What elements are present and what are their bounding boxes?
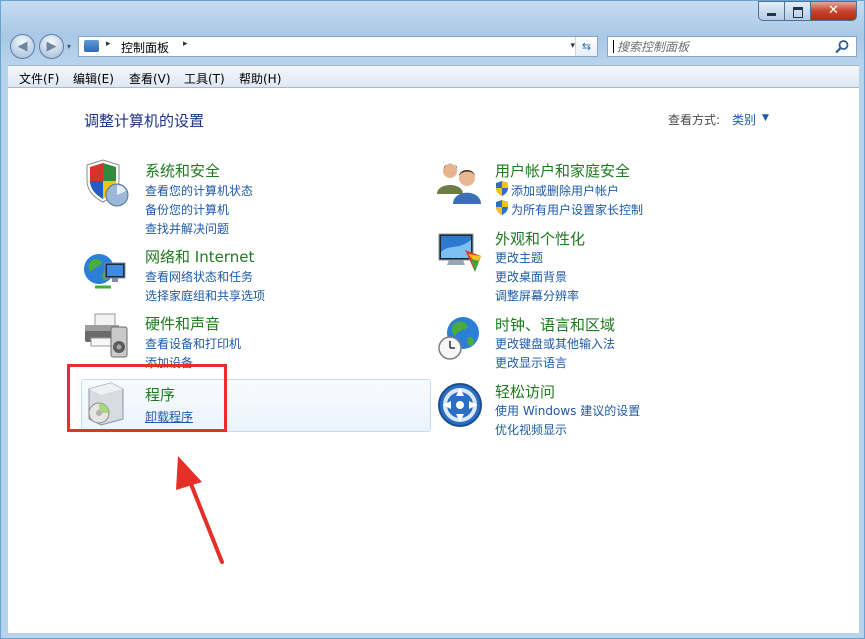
- view-by-dropdown[interactable]: 类别: [732, 111, 756, 128]
- link-homegroup-sharing[interactable]: 选择家庭组和共享选项: [145, 287, 265, 304]
- category-network-internet[interactable]: 网络和 Internet: [145, 246, 254, 267]
- forward-arrow-icon: ▶: [46, 39, 57, 54]
- highlight-box: [67, 364, 227, 432]
- link-change-theme[interactable]: 更改主题: [495, 249, 543, 266]
- link-add-remove-accounts[interactable]: 添加或删除用户帐户: [511, 182, 619, 199]
- category-system-security[interactable]: 系统和安全: [145, 160, 220, 181]
- link-change-display-language[interactable]: 更改显示语言: [495, 354, 567, 371]
- search-icon[interactable]: [835, 39, 850, 54]
- menu-tools[interactable]: 工具(T): [184, 70, 225, 87]
- menu-edit[interactable]: 编辑(E): [73, 70, 114, 87]
- uac-shield-icon: [496, 181, 508, 196]
- ease-of-access-icon[interactable]: [435, 380, 485, 430]
- category-hardware-sound[interactable]: 硬件和声音: [145, 313, 220, 334]
- link-view-computer-status[interactable]: 查看您的计算机状态: [145, 182, 253, 199]
- refresh-button[interactable]: ⇆: [575, 37, 597, 56]
- back-button[interactable]: ◀: [10, 34, 35, 59]
- annotation-arrow: [176, 456, 224, 564]
- link-find-fix-problems[interactable]: 查找并解决问题: [145, 220, 229, 237]
- menu-bar: 文件(F) 编辑(E) 查看(V) 工具(T) 帮助(H): [8, 65, 859, 88]
- link-parental-controls[interactable]: 为所有用户设置家长控制: [511, 201, 643, 218]
- search-input[interactable]: [617, 38, 829, 55]
- refresh-icon: ⇆: [581, 40, 592, 53]
- link-windows-recommended-settings[interactable]: 使用 Windows 建议的设置: [495, 402, 640, 419]
- link-network-status-tasks[interactable]: 查看网络状态和任务: [145, 268, 253, 285]
- control-panel-icon: [84, 40, 99, 52]
- menu-help[interactable]: 帮助(H): [239, 70, 281, 87]
- content-pane: 调整计算机的设置 查看方式: 类别 ▼ 系统和安全 查看您的计算机状态 备份您的…: [8, 88, 859, 633]
- link-backup-computer[interactable]: 备份您的计算机: [145, 201, 229, 218]
- address-bar[interactable]: ▸ 控制面板 ▸ ▾ ⇆: [78, 36, 598, 57]
- category-user-accounts[interactable]: 用户帐户和家庭安全: [495, 160, 630, 181]
- close-icon: ✕: [828, 3, 839, 18]
- maximize-button[interactable]: [785, 1, 811, 21]
- view-by-chevron-icon[interactable]: ▼: [762, 113, 769, 123]
- recent-pages-chevron-icon[interactable]: ▾: [67, 42, 71, 51]
- minimize-icon: [767, 13, 776, 16]
- printer-speaker-icon[interactable]: [81, 311, 131, 361]
- page-title: 调整计算机的设置: [84, 112, 205, 130]
- maximize-icon: [793, 7, 803, 18]
- menu-file[interactable]: 文件(F): [19, 70, 59, 87]
- uac-shield-icon: [496, 200, 508, 215]
- breadcrumb-chevron-icon[interactable]: ▸: [183, 39, 188, 49]
- link-adjust-resolution[interactable]: 调整屏幕分辨率: [495, 287, 579, 304]
- control-panel-window: ✕ ◀ ▶ ▾ ▸ 控制面板 ▸ ▾ ⇆ 文件(F) 编辑(E) 查看(V) 工…: [0, 0, 865, 639]
- search-box[interactable]: [607, 36, 857, 57]
- users-icon[interactable]: [435, 158, 485, 208]
- breadcrumb-control-panel[interactable]: 控制面板: [121, 39, 169, 56]
- link-optimize-video-display[interactable]: 优化视频显示: [495, 421, 567, 438]
- globe-clock-icon[interactable]: [435, 313, 485, 363]
- category-ease-of-access[interactable]: 轻松访问: [495, 381, 555, 402]
- link-devices-printers[interactable]: 查看设备和打印机: [145, 335, 241, 352]
- close-button[interactable]: ✕: [811, 1, 857, 21]
- shield-computer-icon[interactable]: [81, 158, 131, 208]
- forward-button[interactable]: ▶: [39, 34, 64, 59]
- back-arrow-icon: ◀: [17, 39, 28, 54]
- category-appearance[interactable]: 外观和个性化: [495, 228, 585, 249]
- category-clock-language-region[interactable]: 时钟、语言和区域: [495, 314, 615, 335]
- monitor-palette-icon[interactable]: [435, 228, 485, 278]
- minimize-button[interactable]: [758, 1, 785, 21]
- globe-network-icon[interactable]: [81, 245, 131, 295]
- text-caret: [613, 40, 614, 53]
- link-change-keyboard-input[interactable]: 更改键盘或其他输入法: [495, 335, 615, 352]
- view-by-label: 查看方式:: [668, 113, 721, 127]
- menu-view[interactable]: 查看(V): [129, 70, 171, 87]
- breadcrumb-chevron-icon[interactable]: ▸: [106, 39, 111, 49]
- link-change-desktop-background[interactable]: 更改桌面背景: [495, 268, 567, 285]
